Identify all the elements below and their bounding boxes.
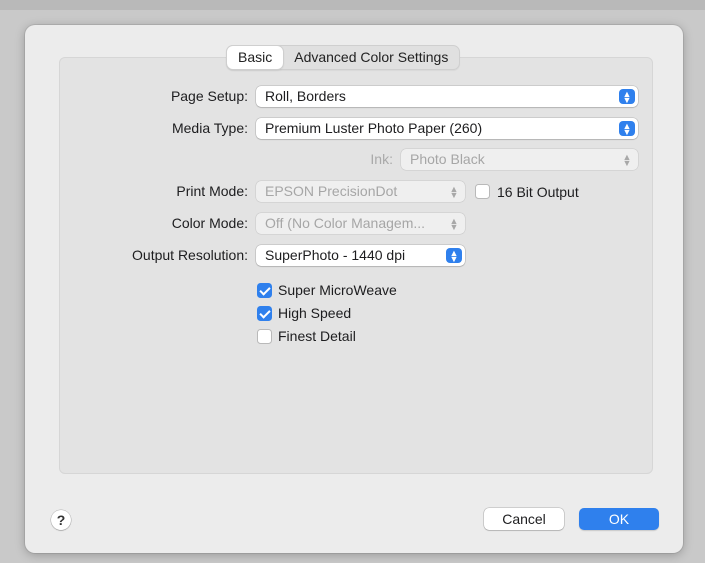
high-speed-label: High Speed (278, 305, 352, 321)
media-type-popup[interactable]: Premium Luster Photo Paper (260) ▲ ▼ (256, 118, 638, 139)
page-setup-label: Page Setup: (170, 88, 248, 104)
16-bit-output-label: 16 Bit Output (497, 184, 579, 200)
tab-advanced-color-settings[interactable]: Advanced Color Settings (283, 46, 459, 69)
cancel-button[interactable]: Cancel (484, 508, 564, 530)
media-type-label: Media Type: (171, 120, 248, 136)
help-button[interactable]: ? (51, 510, 71, 530)
chevron-updown-icon: ▲ ▼ (449, 183, 459, 200)
chevron-updown-icon: ▲ ▼ (446, 248, 462, 263)
output-resolution-popup[interactable]: SuperPhoto - 1440 dpi ▲ ▼ (256, 245, 465, 266)
output-resolution-value: SuperPhoto - 1440 dpi (265, 247, 406, 263)
super-microweave-checkbox[interactable] (257, 283, 272, 298)
tab-basic[interactable]: Basic (227, 46, 284, 69)
color-mode-value: Off (No Color Managem... (265, 215, 426, 231)
ink-popup: Photo Black ▲ ▼ (401, 149, 638, 170)
finest-detail-checkbox[interactable] (257, 329, 272, 344)
finest-detail-label: Finest Detail (278, 328, 356, 344)
media-type-value: Premium Luster Photo Paper (260) (265, 120, 483, 136)
page-setup-value: Roll, Borders (265, 88, 346, 104)
chevron-updown-icon: ▲ ▼ (619, 121, 635, 136)
chevron-updown-icon: ▲ ▼ (619, 89, 635, 104)
high-speed-checkbox[interactable] (257, 306, 272, 321)
tab-bar: Basic Advanced Color Settings (226, 45, 461, 70)
page-setup-popup[interactable]: Roll, Borders ▲ ▼ (256, 86, 638, 107)
window-backdrop (0, 0, 705, 10)
color-mode-label: Color Mode: (171, 215, 248, 231)
output-resolution-label: Output Resolution: (132, 247, 248, 263)
ink-label: Ink: (370, 151, 393, 167)
16-bit-output-checkbox[interactable] (475, 184, 490, 199)
color-mode-popup: Off (No Color Managem... ▲ ▼ (256, 213, 465, 234)
print-mode-value: EPSON PrecisionDot (265, 183, 398, 199)
print-mode-label: Print Mode: (176, 183, 248, 199)
print-settings-dialog: Basic Advanced Color Settings Page Setup… (25, 25, 683, 553)
print-mode-popup: EPSON PrecisionDot ▲ ▼ (256, 181, 465, 202)
chevron-updown-icon: ▲ ▼ (622, 151, 632, 168)
super-microweave-label: Super MicroWeave (278, 282, 397, 298)
chevron-updown-icon: ▲ ▼ (449, 215, 459, 232)
ok-button[interactable]: OK (579, 508, 659, 530)
ink-value: Photo Black (410, 151, 485, 167)
